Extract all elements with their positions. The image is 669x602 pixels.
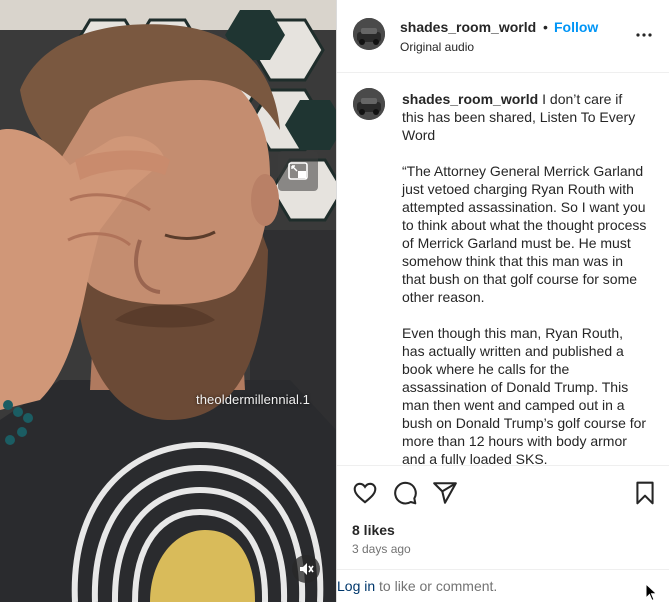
video-frame	[0, 0, 336, 602]
action-bar: 8 likes 3 days ago	[337, 465, 669, 570]
avatar[interactable]	[353, 18, 385, 50]
header-username[interactable]: shades_room_world	[400, 19, 536, 35]
post-date[interactable]: 3 days ago	[352, 542, 411, 556]
video-player[interactable]: theoldermillennial.1	[0, 0, 336, 602]
picture-in-picture-icon	[288, 162, 308, 180]
post-header: shades_room_world • Follow Original audi…	[337, 0, 669, 73]
likes-count[interactable]: 8 likes	[352, 522, 395, 538]
picture-in-picture-button[interactable]	[278, 151, 318, 191]
follow-button[interactable]: Follow	[554, 19, 598, 35]
bookmark-icon[interactable]	[632, 480, 658, 506]
post-caption: shades_room_world I don’t care if this ha…	[402, 90, 647, 465]
mouse-cursor-icon	[645, 583, 658, 602]
login-prompt: Log in to like or comment.	[337, 569, 669, 602]
login-prompt-text: to like or comment.	[375, 578, 498, 594]
instagram-post-modal: theoldermillennial.1 shades_room_world •…	[0, 0, 669, 602]
avatar-image	[353, 18, 385, 50]
caption-avatar[interactable]	[353, 88, 385, 120]
more-horizontal-icon[interactable]	[635, 26, 653, 44]
comment-icon[interactable]	[392, 480, 418, 506]
heart-icon[interactable]	[352, 480, 378, 506]
avatar-image	[353, 88, 385, 120]
audio-label[interactable]: Original audio	[400, 40, 474, 54]
muted-speaker-icon	[300, 563, 314, 575]
mute-toggle-button[interactable]	[292, 555, 320, 583]
video-watermark: theoldermillennial.1	[196, 392, 311, 407]
caption-text: I don’t care if this has been shared, Li…	[402, 91, 647, 465]
share-icon[interactable]	[432, 480, 458, 506]
post-panel: shades_room_world • Follow Original audi…	[336, 0, 669, 602]
login-link[interactable]: Log in	[337, 578, 375, 594]
separator-dot: •	[543, 19, 548, 35]
caption-username[interactable]: shades_room_world	[402, 91, 538, 107]
comments-area[interactable]: shades_room_world I don’t care if this ha…	[337, 73, 669, 465]
